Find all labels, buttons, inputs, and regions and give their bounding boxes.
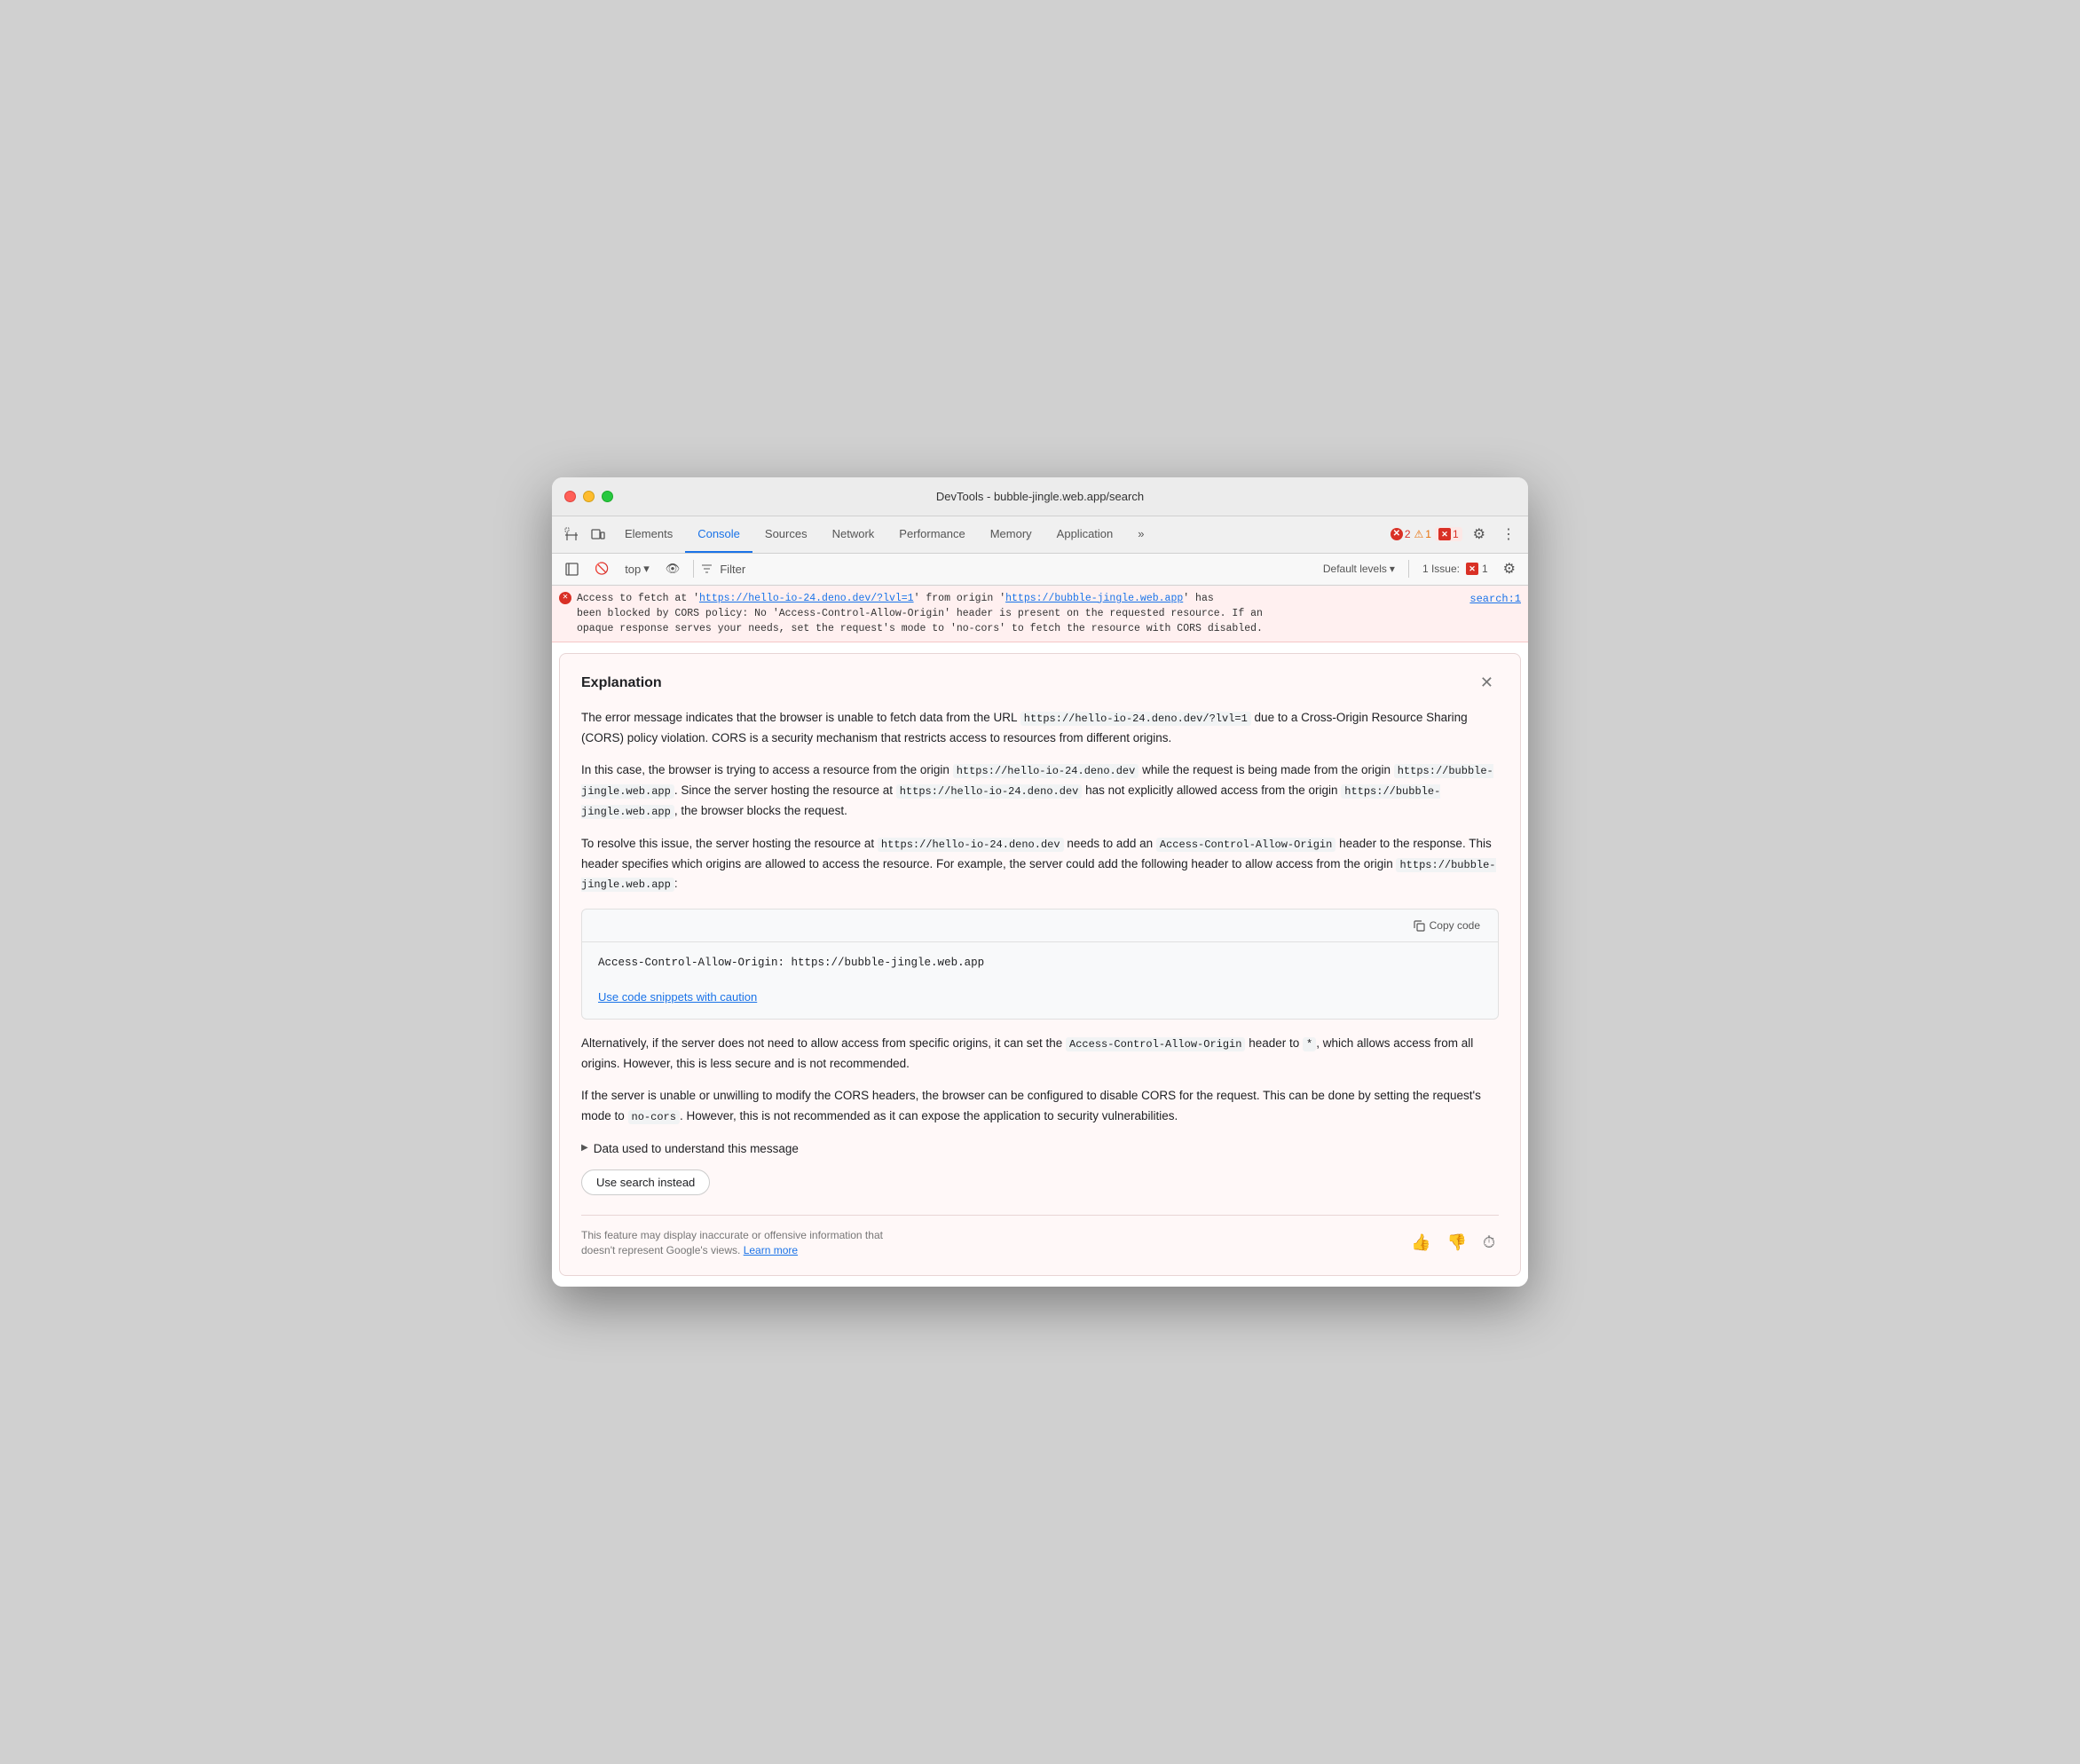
thumbs-down-button[interactable]: 👎 (1444, 1230, 1470, 1256)
tab-application[interactable]: Application (1044, 516, 1126, 553)
tab-sources[interactable]: Sources (752, 516, 820, 553)
minimize-button[interactable] (583, 491, 595, 502)
traffic-lights (564, 491, 613, 502)
console-settings-icon[interactable]: ⚙ (1498, 557, 1521, 580)
separator2 (1408, 560, 1409, 578)
eye-icon[interactable]: 👁 (659, 559, 687, 579)
filter-label: Filter (720, 563, 745, 576)
error-row-icon: ✕ (559, 592, 571, 604)
triangle-right-icon: ▶ (581, 1141, 588, 1156)
tab-console[interactable]: Console (685, 516, 752, 553)
inspect-icon[interactable] (559, 524, 584, 545)
sidebar-toggle-icon[interactable] (559, 560, 585, 579)
report-button[interactable]: ⏱ (1479, 1230, 1499, 1256)
secondary-toolbar: 🚫 top ▾ 👁 Filter Default levels ▾ 1 Issu… (552, 554, 1528, 586)
context-selector[interactable]: top ▾ (618, 559, 656, 579)
close-explanation-button[interactable]: ✕ (1475, 672, 1499, 694)
filter-input[interactable] (749, 561, 1313, 578)
error-badge: ✕ 2 (1391, 528, 1411, 540)
para4-code2: * (1303, 1037, 1316, 1051)
close-button[interactable] (564, 491, 576, 502)
explanation-para3: To resolve this issue, the server hostin… (581, 834, 1499, 894)
use-search-button[interactable]: Use search instead (581, 1169, 710, 1195)
devtools-window: DevTools - bubble-jingle.web.app/search … (552, 477, 1528, 1288)
code-block-wrapper: Copy code Access-Control-Allow-Origin: h… (581, 909, 1499, 1020)
explanation-title: Explanation (581, 675, 662, 691)
tab-elements[interactable]: Elements (612, 516, 685, 553)
feedback-icons: 👍 👎 ⏱ (1407, 1230, 1499, 1256)
explanation-para4: Alternatively, if the server does not ne… (581, 1034, 1499, 1074)
caution-link[interactable]: Use code snippets with caution (582, 988, 773, 1019)
para3-code2: Access-Control-Allow-Origin (1156, 838, 1335, 852)
para2-code3: https://hello-io-24.deno.dev (896, 784, 1083, 799)
tab-performance[interactable]: Performance (886, 516, 977, 553)
explanation-body: The error message indicates that the bro… (581, 708, 1499, 1257)
badge-group: ✕ 2 ⚠ 1 ✕ 1 (1391, 527, 1462, 541)
tab-more[interactable]: » (1125, 516, 1156, 553)
para5-code1: no-cors (628, 1110, 680, 1124)
warning-badge: ⚠ 1 (1414, 528, 1431, 540)
levels-chevron-icon: ▾ (1390, 563, 1395, 575)
error-circle-icon: ✕ (1391, 528, 1403, 540)
explanation-para1: The error message indicates that the bro… (581, 708, 1499, 748)
disclaimer-row: This feature may display inaccurate or o… (581, 1215, 1499, 1258)
info-badge: ✕ 1 (1435, 527, 1462, 541)
error-link2[interactable]: https://bubble-jingle.web.app (1005, 593, 1183, 604)
explanation-header: Explanation ✕ (581, 672, 1499, 694)
chevron-down-icon: ▾ (643, 562, 650, 576)
levels-selector[interactable]: Default levels ▾ (1317, 560, 1401, 578)
main-toolbar: Elements Console Sources Network Perform… (552, 516, 1528, 554)
code-block-header: Copy code (582, 910, 1498, 942)
clear-console-icon[interactable]: 🚫 (588, 559, 615, 579)
device-toggle-icon[interactable] (586, 524, 611, 545)
issue-square-icon: ✕ (1466, 563, 1478, 575)
para1-code: https://hello-io-24.deno.dev/?lvl=1 (1020, 712, 1251, 726)
disclaimer-text: This feature may display inaccurate or o… (581, 1228, 918, 1258)
para3-code3: https://bubble-jingle.web.app (581, 858, 1496, 893)
warning-triangle-icon: ⚠ (1414, 528, 1424, 540)
explanation-para2: In this case, the browser is trying to a… (581, 760, 1499, 821)
issue-count: 1 (1482, 563, 1488, 575)
more-options-icon[interactable]: ⋮ (1496, 523, 1521, 546)
code-block: Access-Control-Allow-Origin: https://bub… (582, 942, 1498, 984)
thumbs-up-button[interactable]: 👍 (1407, 1230, 1434, 1256)
explanation-para5: If the server is unable or unwilling to … (581, 1086, 1499, 1126)
copy-icon (1414, 920, 1425, 932)
console-area[interactable]: ✕ Access to fetch at 'https://hello-io-2… (552, 586, 1528, 1288)
maximize-button[interactable] (602, 491, 613, 502)
settings-icon[interactable]: ⚙ (1468, 523, 1491, 546)
filter-icon (701, 563, 713, 575)
learn-more-link[interactable]: Learn more (744, 1244, 798, 1256)
tab-bar: Elements Console Sources Network Perform… (612, 516, 1389, 553)
error-row: ✕ Access to fetch at 'https://hello-io-2… (552, 586, 1528, 643)
tab-memory[interactable]: Memory (978, 516, 1044, 553)
copy-code-button[interactable]: Copy code (1406, 917, 1487, 934)
window-title: DevTools - bubble-jingle.web.app/search (936, 490, 1144, 503)
error-link1[interactable]: https://hello-io-24.deno.dev/?lvl=1 (699, 593, 914, 604)
titlebar: DevTools - bubble-jingle.web.app/search (552, 477, 1528, 516)
separator (693, 560, 694, 578)
para3-code1: https://hello-io-24.deno.dev (878, 838, 1064, 852)
para2-code1: https://hello-io-24.deno.dev (953, 764, 1139, 778)
error-source-link[interactable]: search:1 (1469, 591, 1521, 607)
issues-button[interactable]: 1 Issue: ✕ 1 (1416, 560, 1494, 578)
para4-code1: Access-Control-Allow-Origin (1066, 1037, 1245, 1051)
info-square-icon: ✕ (1438, 528, 1451, 540)
data-used-row[interactable]: ▶ Data used to understand this message (581, 1139, 1499, 1159)
tab-network[interactable]: Network (820, 516, 887, 553)
error-message: Access to fetch at 'https://hello-io-24.… (577, 591, 1462, 637)
explanation-panel: Explanation ✕ The error message indicate… (559, 653, 1521, 1276)
toolbar-right: ✕ 2 ⚠ 1 ✕ 1 ⚙ ⋮ (1391, 523, 1521, 546)
